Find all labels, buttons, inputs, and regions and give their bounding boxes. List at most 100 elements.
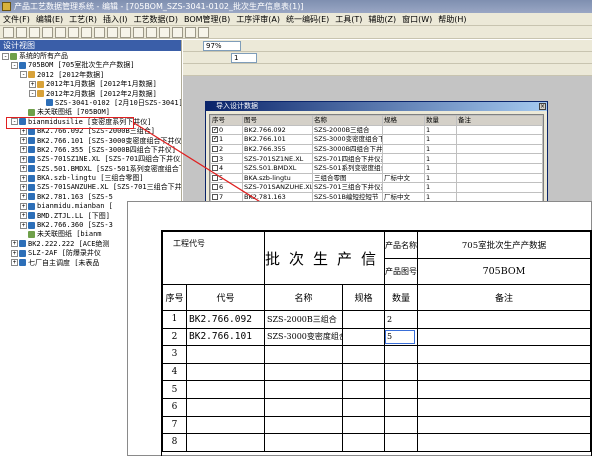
grid-row[interactable]: 6 SZS-701SANZUHE.XLSZS-701三组合下井仪系列 1 xyxy=(210,182,543,193)
grid-cell-qty[interactable]: 1 xyxy=(424,134,457,145)
form-cell-code[interactable] xyxy=(186,345,265,364)
grid-cell-idx[interactable]: ✓0 xyxy=(210,124,243,136)
form-cell-code[interactable] xyxy=(186,415,265,435)
grid-cell-note[interactable] xyxy=(456,134,543,145)
grid-cell-code[interactable]: BK2.766.092 xyxy=(242,124,313,136)
form-cell-qty[interactable]: 2 xyxy=(384,310,419,329)
form-cell-note[interactable] xyxy=(417,310,591,329)
grid-cell-qty[interactable]: 1 xyxy=(424,143,457,155)
tree-node[interactable]: - 2012年2月数据 [2012年2月数据] xyxy=(0,90,181,99)
row-checkbox[interactable] xyxy=(212,194,218,201)
grid-cell-spec[interactable] xyxy=(382,182,425,193)
grid-cell-idx[interactable]: 2 xyxy=(210,143,243,155)
expand-icon[interactable]: + xyxy=(11,249,18,257)
collapse-icon[interactable]: - xyxy=(11,61,18,69)
grid-cell-name[interactable]: SZS-3000变密度组合下井仪 xyxy=(312,134,383,145)
row-checkbox[interactable] xyxy=(212,165,218,172)
grid-row[interactable]: 2 BK2.766.355 SZS-3000B四组合下井仪 1 xyxy=(210,143,543,155)
tree-node[interactable]: + BKA.szb-lingtu [三组合零图] xyxy=(0,174,181,183)
row-checkbox[interactable] xyxy=(212,155,218,162)
tree-node[interactable]: + SZS.501.BMDXL [SZS-501系列变密度组合下井仪] xyxy=(0,165,181,174)
tree-node[interactable]: SZS-3041-0102 [2月10日SZS-3041]本波完度 xyxy=(0,99,181,108)
form-cell-name[interactable] xyxy=(264,380,343,399)
grid-column-header[interactable]: 序号 xyxy=(210,115,243,126)
menu-item[interactable]: 编辑(E) xyxy=(33,13,66,25)
menu-item[interactable]: 插入(I) xyxy=(100,13,131,25)
expand-icon[interactable]: + xyxy=(20,183,27,191)
form-cell-name[interactable]: SZS-3000变密度组合下井仪 xyxy=(264,327,343,347)
form-cell-note[interactable] xyxy=(417,415,591,435)
grid-cell-note[interactable] xyxy=(456,153,543,164)
form-cell-code[interactable]: BK2.766.101 xyxy=(186,327,265,347)
toolbar-button-icon[interactable] xyxy=(159,27,170,38)
grid-row[interactable]: 5 BKA.szb-lingtu 三组合零图 厂标中文 1 xyxy=(210,172,543,184)
grid-cell-note[interactable] xyxy=(456,172,543,184)
form-cell-note[interactable] xyxy=(417,362,591,382)
toolbar-button-icon[interactable] xyxy=(42,27,53,38)
form-cell-note[interactable] xyxy=(417,433,591,452)
toolbar-button-icon[interactable] xyxy=(185,27,196,38)
tree-node[interactable]: + SZS-701SANZUHE.XL [SZS-701三组合下井仪系列] xyxy=(0,183,181,192)
expand-icon[interactable]: + xyxy=(20,155,27,163)
expand-icon[interactable]: + xyxy=(20,212,27,220)
toolbar-button-icon[interactable] xyxy=(68,27,79,38)
grid-cell-idx[interactable]: 5 xyxy=(210,172,243,184)
toolbar-button-icon[interactable] xyxy=(3,27,14,38)
form-cell-note[interactable] xyxy=(417,380,591,399)
grid-cell-qty[interactable]: 1 xyxy=(424,182,457,193)
grid-cell-name[interactable]: SZS-3000B四组合下井仪 xyxy=(312,143,383,155)
collapse-icon[interactable]: - xyxy=(29,90,36,98)
expand-icon[interactable]: + xyxy=(20,137,27,145)
toolbar-button-icon[interactable] xyxy=(172,27,183,38)
form-cell-code[interactable] xyxy=(186,362,265,382)
toolbar-button-icon[interactable] xyxy=(81,27,92,38)
grid-column-header[interactable]: 图号 xyxy=(242,115,313,126)
grid-cell-spec[interactable] xyxy=(382,134,425,145)
grid-cell-idx[interactable]: 6 xyxy=(210,182,243,193)
grid-cell-idx[interactable]: ✓1 xyxy=(210,134,243,145)
row-checkbox[interactable]: ✓ xyxy=(212,136,218,143)
collapse-icon[interactable]: - xyxy=(20,71,27,79)
import-design-data-dialog[interactable]: 导入设计数据 × 序号 图号 名称 规格 数量 备注 ✓0 BK2.766.092 SZS-2… xyxy=(205,101,548,213)
row-checkbox[interactable] xyxy=(212,174,218,181)
form-cell-spec[interactable] xyxy=(341,362,386,382)
tree-node[interactable]: - 系统的所有产品 xyxy=(0,52,181,61)
row-checkbox[interactable]: ✓ xyxy=(212,126,218,133)
toolbar-button-icon[interactable] xyxy=(16,27,27,38)
tree-node[interactable]: - 2012 [2012年数据] xyxy=(0,71,181,80)
zoom-select[interactable]: 97% xyxy=(203,41,241,51)
form-cell-name[interactable] xyxy=(264,397,343,417)
form-cell-name[interactable] xyxy=(264,362,343,382)
menu-item[interactable]: BOM管理(B) xyxy=(181,13,233,25)
tree-node[interactable]: + SZS-701SZ1NE.XL [SZS-701四组合下井仪系列] xyxy=(0,155,181,164)
grid-cell-idx[interactable]: 4 xyxy=(210,162,243,174)
grid-cell-spec[interactable]: 厂标中文 xyxy=(382,172,425,184)
toolbar-button-icon[interactable] xyxy=(94,27,105,38)
grid-row[interactable]: ✓0 BK2.766.092 SZS-2000B三组合 1 xyxy=(210,124,543,136)
active-edit-box[interactable] xyxy=(385,329,416,345)
expand-icon[interactable]: + xyxy=(20,165,27,173)
close-icon[interactable]: × xyxy=(539,103,546,110)
grid-cell-code[interactable]: BK2.766.101 xyxy=(242,134,313,145)
toolbar-button-icon[interactable] xyxy=(120,27,131,38)
grid-cell-qty[interactable]: 1 xyxy=(424,124,457,136)
grid-cell-name[interactable]: SZS-501系列变密度组合下 xyxy=(312,162,383,174)
form-cell-spec[interactable] xyxy=(341,380,386,399)
form-cell-qty[interactable] xyxy=(384,380,419,399)
expand-icon[interactable]: + xyxy=(20,221,27,229)
form-cell-spec[interactable] xyxy=(341,397,386,417)
form-cell-code[interactable] xyxy=(186,380,265,399)
grid-column-header[interactable]: 规格 xyxy=(382,115,425,126)
form-cell-code[interactable] xyxy=(186,433,265,452)
menu-item[interactable]: 窗口(W) xyxy=(399,13,435,25)
form-cell-spec[interactable] xyxy=(341,433,386,452)
product-name-value[interactable]: 705室批次生产产数据 xyxy=(417,231,591,259)
form-cell-spec[interactable] xyxy=(341,345,386,364)
grid-column-header[interactable]: 数量 xyxy=(424,115,457,126)
form-cell-spec[interactable] xyxy=(341,415,386,435)
form-cell-qty[interactable] xyxy=(384,397,419,417)
expand-icon[interactable]: + xyxy=(11,259,18,267)
grid-cell-name[interactable]: 三组合零图 xyxy=(312,172,383,184)
menu-item[interactable]: 帮助(H) xyxy=(435,13,469,25)
menu-item[interactable]: 辅助(Z) xyxy=(365,13,399,25)
